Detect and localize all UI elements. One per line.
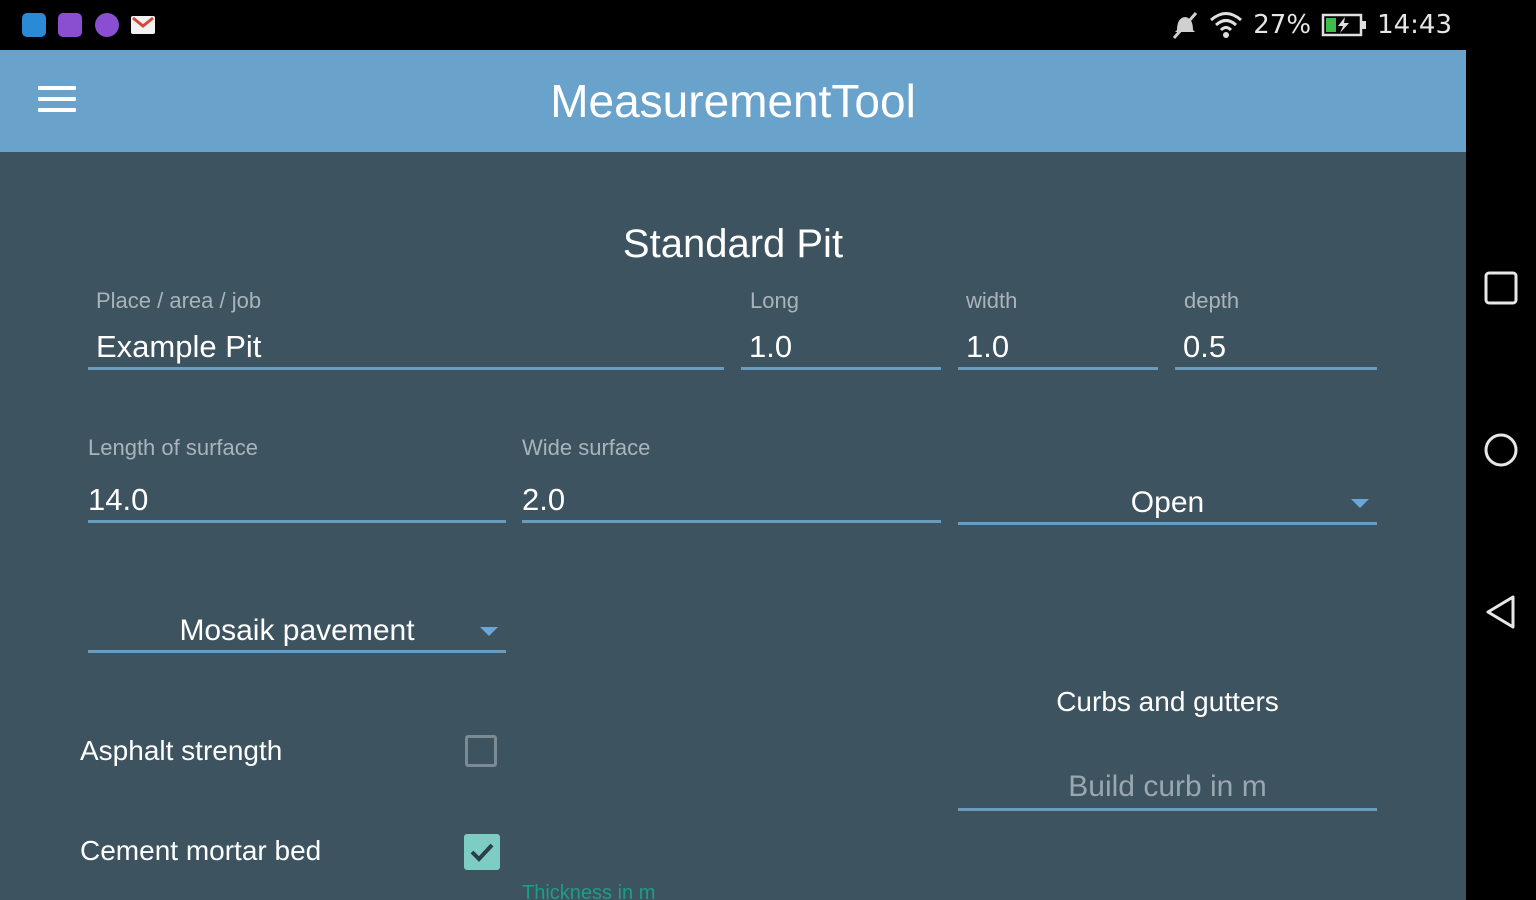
- wide-surface-input[interactable]: 2.0: [522, 480, 941, 523]
- app-title: MeasurementTool: [550, 75, 916, 127]
- open-dropdown-value: Open: [1130, 486, 1205, 519]
- navigation-bar: [1466, 0, 1536, 900]
- depth-value: 0.5: [1183, 329, 1227, 364]
- recent-apps-icon[interactable]: [1483, 270, 1519, 306]
- app-icon-blue: [22, 13, 46, 37]
- cement-checkbox[interactable]: [464, 834, 500, 870]
- mute-icon: [1171, 10, 1199, 40]
- dropdown-arrow-icon: [480, 627, 498, 636]
- width-value: 1.0: [966, 329, 1010, 364]
- wide-surface-value: 2.0: [522, 482, 566, 517]
- long-value: 1.0: [749, 329, 793, 364]
- asphalt-label: Asphalt strength: [80, 735, 283, 766]
- dropdown-arrow-icon: [1351, 499, 1369, 508]
- form-content: Standard Pit Place / area / job Example …: [0, 152, 1466, 900]
- open-dropdown[interactable]: Open: [958, 478, 1377, 525]
- length-surface-label: Length of surface: [88, 435, 259, 460]
- depth-label: depth: [1184, 288, 1240, 313]
- place-value: Example Pit: [96, 329, 262, 364]
- clock: 14:43: [1377, 10, 1452, 40]
- home-icon[interactable]: [1483, 432, 1519, 468]
- long-label: Long: [750, 288, 799, 313]
- section-title: Standard Pit: [622, 222, 844, 266]
- length-surface-input[interactable]: 14.0: [88, 480, 506, 523]
- back-icon[interactable]: [1483, 594, 1519, 630]
- gmail-icon: [131, 16, 155, 34]
- curb-placeholder: Build curb in m: [1068, 770, 1267, 803]
- long-input[interactable]: 1.0: [741, 327, 941, 370]
- width-label: width: [966, 288, 1018, 313]
- asphalt-checkbox[interactable]: [465, 735, 497, 767]
- place-label: Place / area / job: [96, 288, 262, 313]
- curbs-title: Curbs and gutters: [1056, 686, 1279, 717]
- curb-input[interactable]: Build curb in m: [958, 764, 1377, 811]
- length-surface-value: 14.0: [88, 482, 149, 517]
- app-icon-purple-1: [58, 13, 82, 37]
- wifi-icon: [1209, 11, 1243, 39]
- status-icons: 27% 14:43: [1171, 8, 1452, 42]
- battery-charging-icon: [1321, 12, 1367, 38]
- status-bar: 27% 14:43: [0, 0, 1466, 50]
- app-icon-purple-2: [95, 13, 119, 37]
- width-input[interactable]: 1.0: [958, 327, 1158, 370]
- place-input[interactable]: Example Pit: [88, 327, 724, 370]
- cement-label: Cement mortar bed: [80, 835, 322, 866]
- depth-input[interactable]: 0.5: [1175, 327, 1377, 370]
- battery-percent: 27%: [1253, 10, 1312, 40]
- thickness-hint: Thickness in m: [522, 882, 656, 900]
- screen: 27% 14:43 MeasurementTool Standard Pit P…: [0, 0, 1536, 900]
- check-icon: [470, 843, 494, 862]
- pavement-dropdown-value: Mosaik pavement: [179, 614, 415, 647]
- pavement-dropdown[interactable]: Mosaik pavement: [88, 606, 506, 653]
- app-bar: MeasurementTool: [0, 50, 1466, 152]
- wide-surface-label: Wide surface: [522, 435, 651, 460]
